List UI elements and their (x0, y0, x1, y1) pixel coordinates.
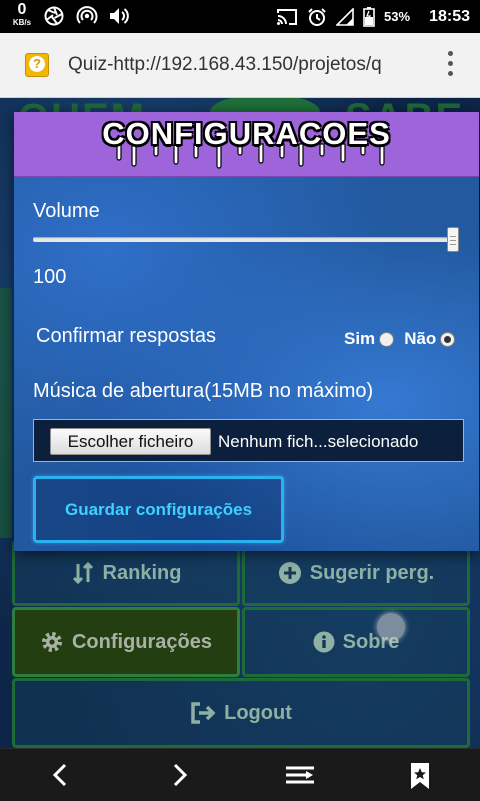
volume-slider-thumb[interactable] (447, 227, 459, 252)
option-no-label: Não (404, 329, 437, 348)
file-status-text: Nenhum fich...selecionado (218, 432, 419, 451)
logout-button[interactable]: Logout (12, 678, 470, 748)
sort-icon (72, 561, 93, 585)
volume-label: Volume (33, 200, 100, 222)
background-strip (0, 288, 12, 538)
settings-dialog: CONFIGURACOES Volume 100 Confirmar respo… (14, 112, 479, 551)
volume-icon (110, 8, 129, 24)
overflow-menu-icon[interactable] (444, 51, 456, 81)
net-speed-unit: KB/s (12, 18, 32, 27)
settings-button[interactable]: Configurações (12, 607, 240, 677)
net-speed-value: 0 (17, 1, 27, 18)
battery-icon (363, 6, 375, 27)
net-speed-indicator: 0 KB/s (8, 2, 36, 27)
bookmark-icon[interactable] (408, 762, 432, 790)
alarm-icon (308, 7, 326, 26)
browser-nav-bar (0, 748, 480, 801)
question-favicon-icon: ? (25, 53, 49, 77)
volume-value: 100 (33, 266, 67, 288)
plus-circle-icon (278, 562, 301, 584)
tabs-icon[interactable] (284, 762, 316, 788)
save-settings-button[interactable]: Guardar configurações (33, 476, 284, 543)
gear-icon (41, 632, 62, 652)
volume-slider[interactable] (33, 237, 459, 242)
battery-percent: 53% (384, 9, 411, 24)
status-bar: 0 KB/s 53% 18:53 (0, 0, 480, 33)
choose-file-button[interactable]: Escolher ficheiro (50, 428, 211, 455)
info-icon (313, 631, 335, 653)
suggest-question-label: Sugerir perg. (309, 561, 435, 584)
logout-label: Logout (224, 701, 292, 724)
aperture-icon (44, 6, 64, 26)
opening-music-label: Música de abertura(15MB no máximo) (33, 380, 374, 402)
logout-icon (191, 702, 216, 724)
option-yes-radio[interactable] (379, 331, 395, 347)
settings-label: Configurações (71, 630, 213, 653)
option-yes-label: Sim (344, 329, 376, 348)
settings-dialog-body: Volume 100 Confirmar respostas Sim Não M… (14, 177, 479, 551)
forward-icon[interactable] (170, 762, 190, 788)
confirm-answers-options: Sim Não (344, 329, 461, 349)
ranking-label: Ranking (102, 561, 182, 584)
page-title[interactable]: Quiz-http://192.168.43.150/projetos/q (68, 54, 410, 76)
browser-toolbar: ? Quiz-http://192.168.43.150/projetos/q (0, 33, 480, 98)
confirm-answers-label: Confirmar respostas (36, 325, 217, 347)
settings-dialog-title: CONFIGURACOES (102, 116, 391, 151)
clock-time: 18:53 (429, 7, 470, 25)
quiz-page: QUEM SABE Ranking Sugerir perg. Configur… (0, 98, 480, 748)
opening-music-file-input[interactable]: Escolher ficheiro Nenhum fich...selecion… (33, 419, 464, 462)
option-no-radio[interactable] (440, 331, 456, 347)
about-button[interactable]: Sobre (242, 607, 470, 677)
back-icon[interactable] (50, 762, 70, 788)
cast-icon (277, 8, 298, 25)
settings-dialog-header: CONFIGURACOES (14, 112, 479, 177)
touch-indicator (377, 613, 405, 641)
hotspot-icon (76, 6, 98, 24)
signal-icon (336, 7, 354, 26)
